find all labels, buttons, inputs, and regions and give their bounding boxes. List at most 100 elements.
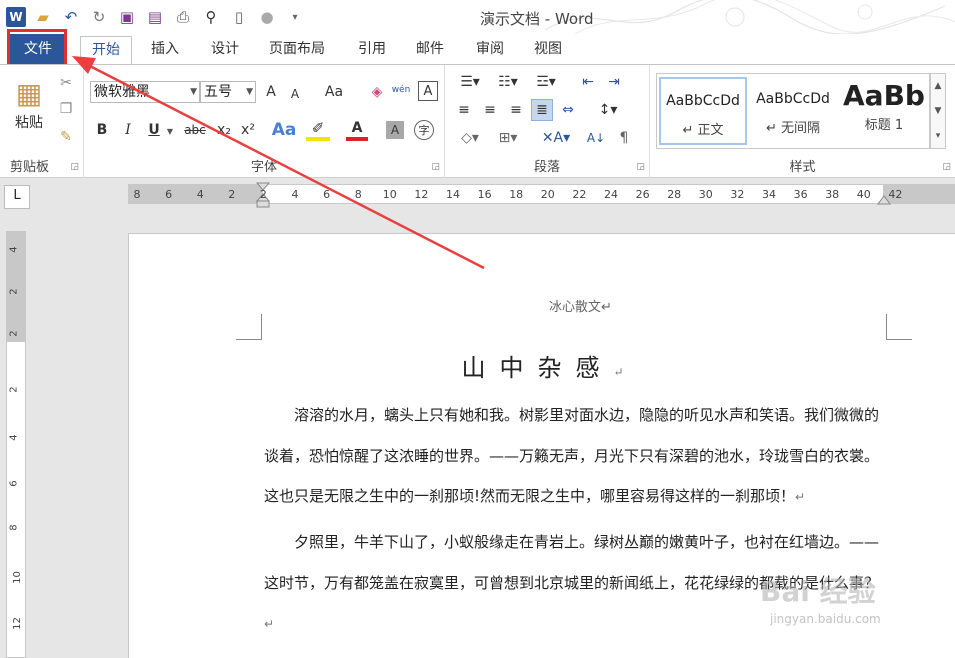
- cut-icon[interactable]: ✂: [56, 73, 76, 93]
- title-bar-decoration: [544, 0, 955, 34]
- styles-gallery-scroll[interactable]: ▲ ▼ ▾: [930, 73, 946, 149]
- ruler-tick-label: 10: [11, 571, 23, 584]
- align-center-icon[interactable]: ≡: [479, 99, 501, 121]
- tab-selector-button[interactable]: L: [4, 185, 30, 209]
- italic-button[interactable]: I: [118, 119, 138, 141]
- font-group-label: 字体: [250, 160, 277, 175]
- shading-icon[interactable]: ◇▾: [453, 127, 487, 149]
- increase-indent-icon[interactable]: ⇥: [603, 71, 625, 93]
- crop-mark-left: [236, 314, 262, 340]
- distributed-icon[interactable]: ⇔: [557, 99, 579, 121]
- multilevel-list-icon[interactable]: ☲▾: [529, 71, 563, 93]
- numbering-icon[interactable]: ☷▾: [491, 71, 525, 93]
- ruler-tick-label: 30: [698, 188, 713, 201]
- tab-design[interactable]: 设计: [200, 36, 250, 64]
- bullets-icon[interactable]: ☰▾: [453, 71, 487, 93]
- word-logo-icon[interactable]: W: [6, 7, 26, 27]
- chevron-down-icon[interactable]: ▼: [164, 121, 176, 141]
- tab-home[interactable]: 开始: [80, 36, 132, 64]
- new-document-icon[interactable]: ▯: [228, 6, 250, 28]
- tab-review[interactable]: 审阅: [466, 36, 514, 64]
- crop-mark-right: [886, 314, 912, 340]
- clear-format-icon[interactable]: ◈: [366, 81, 388, 103]
- quick-access-toolbar: W ▰ ↶ ↻ ▣ ▤ ⎙ ⚲ ▯ ● ▾: [6, 6, 306, 28]
- superscript-button[interactable]: x²: [236, 119, 260, 141]
- borders-icon[interactable]: ⊞▾: [491, 127, 525, 149]
- phonetic-guide-button[interactable]: wén: [390, 79, 412, 101]
- tab-view[interactable]: 视图: [524, 36, 572, 64]
- align-left-icon[interactable]: ≡: [453, 99, 475, 121]
- font-size-combo[interactable]: 五号 ▼: [200, 81, 256, 103]
- clipboard-launcher-icon[interactable]: ◲: [70, 162, 79, 172]
- align-right-icon[interactable]: ≡: [505, 99, 527, 121]
- page-header[interactable]: 冰心散文↵: [549, 296, 612, 315]
- paragraph-group-label: 段落: [533, 160, 560, 175]
- paragraph-mark: ↵: [613, 365, 624, 379]
- tab-references[interactable]: 引用: [348, 36, 396, 64]
- style-heading-1[interactable]: AaBb 标题 1: [839, 77, 929, 145]
- horizontal-ruler[interactable]: 8 6 4 2 2 4 6 8 10 12 14 16 18 20 22 24 26 28 30 32 34 36 38 40…: [128, 182, 955, 208]
- chevron-up-icon[interactable]: ▲: [931, 74, 945, 99]
- style-normal[interactable]: AaBbCcDd ↵ 正文: [659, 77, 747, 145]
- chevron-down-icon[interactable]: ▼: [190, 82, 197, 102]
- chevron-down-icon[interactable]: ▼: [246, 82, 253, 102]
- enclose-char-button[interactable]: 字: [414, 120, 434, 140]
- paste-button[interactable]: 粘贴: [8, 113, 50, 131]
- customize-qat-icon[interactable]: ▾: [284, 6, 306, 28]
- bold-button[interactable]: B: [92, 119, 112, 141]
- redo-icon[interactable]: ↻: [88, 6, 110, 28]
- open-folder-icon[interactable]: ▰: [32, 6, 54, 28]
- vertical-ruler[interactable]: 4 2 2 2 4 6 8 10 12: [6, 231, 26, 658]
- font-launcher-icon[interactable]: ◲: [431, 162, 440, 172]
- ruler-tick-label: 14: [446, 188, 460, 201]
- document-title[interactable]: 山中杂感↵: [129, 348, 955, 383]
- ruler-tick-label: 18: [509, 188, 524, 201]
- ruler-tick-label: 24: [604, 188, 618, 201]
- ruler-tick-label: 36: [793, 188, 808, 201]
- chinese-layout-icon[interactable]: ✕A▾: [537, 127, 575, 149]
- char-border-button[interactable]: A: [418, 81, 438, 101]
- char-shading-button[interactable]: A: [386, 121, 404, 139]
- paragraph-mark: ↵: [795, 490, 806, 504]
- change-case-button[interactable]: Aa: [316, 81, 352, 103]
- font-color-button[interactable]: A: [346, 119, 368, 141]
- grow-font-button[interactable]: A: [260, 81, 282, 103]
- style-no-spacing[interactable]: AaBbCcDd ↵ 无间隔: [749, 77, 837, 145]
- paragraph-1[interactable]: 溶溶的水月，螭头上只有她和我。树影里对面水边，隐隐的听见水声和笑语。我们微微的谈…: [264, 395, 889, 518]
- style-name: ↵ 无间隔: [765, 121, 821, 136]
- line-spacing-icon[interactable]: ↕▾: [591, 99, 625, 121]
- show-marks-icon[interactable]: ¶: [613, 127, 635, 149]
- tab-mailings[interactable]: 邮件: [406, 36, 454, 64]
- save-as-icon[interactable]: ▤: [144, 6, 166, 28]
- text-effects-button[interactable]: Aa: [272, 119, 297, 141]
- paste-icon[interactable]: ▦: [10, 73, 48, 113]
- undo-icon[interactable]: ↶: [60, 6, 82, 28]
- touch-mode-icon[interactable]: ●: [256, 6, 278, 28]
- tab-page-layout[interactable]: 页面布局: [262, 36, 332, 64]
- font-size-value: 五号: [204, 84, 232, 100]
- print-preview-icon[interactable]: ⎙: [172, 6, 194, 28]
- styles-launcher-icon[interactable]: ◲: [942, 162, 951, 172]
- ruler-tick-label: 2: [8, 386, 20, 393]
- copy-icon[interactable]: ❐: [56, 99, 76, 119]
- tab-insert[interactable]: 插入: [140, 36, 190, 64]
- chevron-down-icon[interactable]: ▼: [931, 99, 945, 124]
- strikethrough-button[interactable]: abc: [180, 119, 210, 141]
- ruler-tick-label: 26: [635, 188, 650, 201]
- expand-gallery-icon[interactable]: ▾: [931, 124, 945, 149]
- subscript-button[interactable]: x₂: [212, 119, 236, 141]
- ruler-tick-label: 8: [133, 188, 141, 201]
- paragraph-launcher-icon[interactable]: ◲: [636, 162, 645, 172]
- format-painter-icon[interactable]: ✎: [56, 127, 76, 147]
- sort-icon[interactable]: A↓: [585, 127, 607, 149]
- decrease-indent-icon[interactable]: ⇤: [577, 71, 599, 93]
- ruler-tick-label: 28: [667, 188, 682, 201]
- underline-button[interactable]: U: [144, 119, 164, 141]
- justify-icon[interactable]: ≣: [531, 99, 553, 121]
- highlight-color-button[interactable]: ✐: [306, 119, 330, 141]
- ruler-tick-label: 42: [888, 188, 903, 201]
- font-name-combo[interactable]: 微软雅黑 ▼: [90, 81, 200, 103]
- shrink-font-button[interactable]: A: [284, 83, 306, 105]
- save-icon[interactable]: ▣: [116, 6, 138, 28]
- find-icon[interactable]: ⚲: [200, 6, 222, 28]
